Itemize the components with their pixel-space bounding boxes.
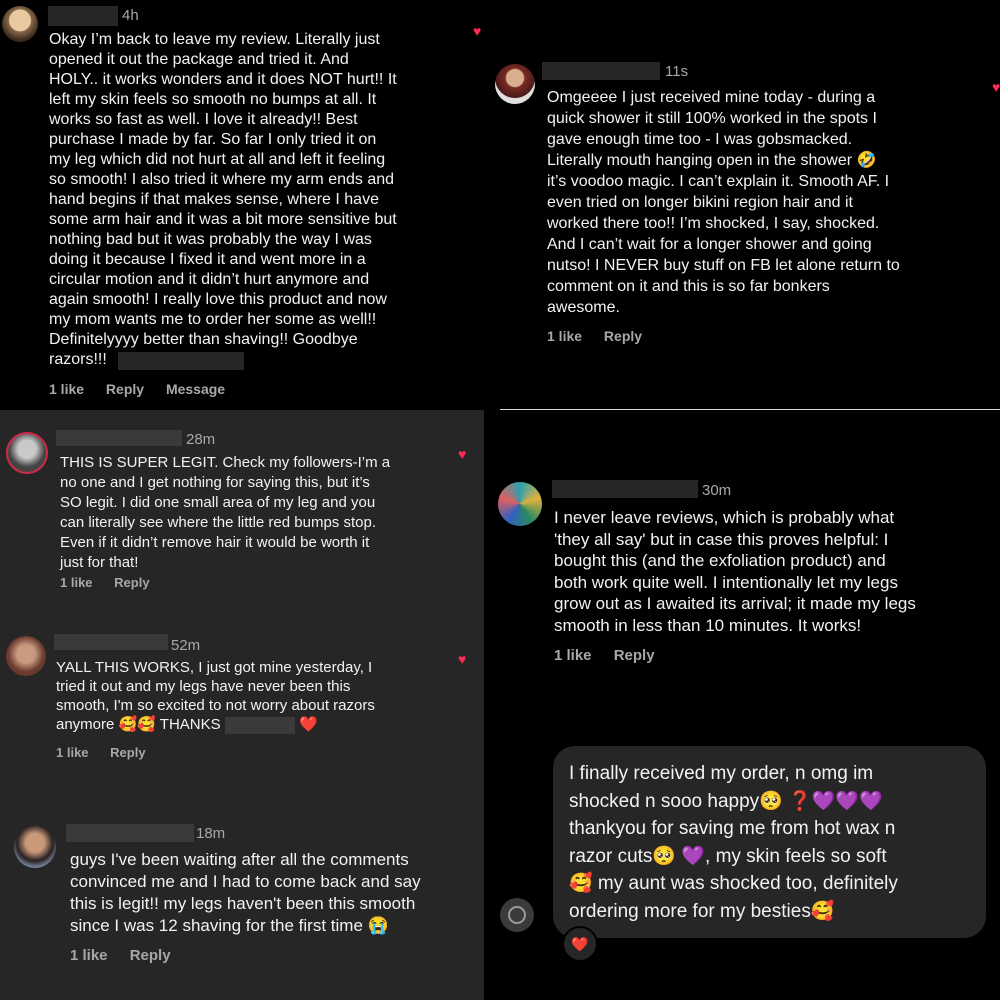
comment-text: Okay I’m back to leave my review. Litera… (49, 31, 397, 368)
reaction-badge[interactable]: ❤️ (562, 926, 598, 962)
redacted-username (56, 430, 182, 446)
reply-button[interactable]: Reply (106, 381, 144, 397)
message-button[interactable]: Message (166, 381, 225, 397)
comment-timestamp: 4h (122, 7, 139, 24)
reply-button[interactable]: Reply (614, 647, 655, 664)
reply-button[interactable]: Reply (114, 575, 149, 590)
like-count[interactable]: 1 like (554, 647, 592, 664)
comment-timestamp: 18m (196, 825, 226, 842)
comment-text: YALL THIS WORKS, I just got mine yesterd… (56, 659, 375, 733)
like-heart-icon[interactable]: ♥ (992, 80, 1000, 94)
comment-actions: 1 like Reply (60, 575, 168, 590)
comment-timestamp: 52m (171, 637, 201, 654)
user-icon (508, 906, 526, 924)
avatar[interactable] (6, 432, 48, 474)
reply-button[interactable]: Reply (130, 947, 171, 964)
avatar[interactable] (6, 636, 46, 676)
comment-text: guys I've been waiting after all the com… (70, 850, 421, 935)
redacted-username (552, 480, 698, 498)
comment-actions: 1 like Reply (56, 745, 164, 760)
redacted-username (118, 352, 244, 370)
avatar[interactable] (500, 898, 534, 932)
avatar[interactable] (498, 482, 542, 526)
comment-panel-3: 28m THIS IS SUPER LEGIT. Check my follow… (0, 410, 484, 1000)
comment-actions: 1 like Reply (554, 647, 673, 664)
reply-button[interactable]: Reply (110, 745, 145, 760)
comment-panel-2: 11s Omgeeee I just received mine today -… (492, 0, 1000, 410)
message-text: I finally received my order, n omg im sh… (569, 763, 898, 922)
redacted-username (48, 6, 118, 26)
like-count[interactable]: 1 like (547, 328, 582, 344)
reply-button[interactable]: Reply (604, 328, 642, 344)
comment-panel-1: 4h Okay I’m back to leave my review. Lit… (0, 0, 492, 410)
comment-text: Omgeeee I just received mine today - dur… (547, 89, 900, 316)
comment-timestamp: 28m (186, 431, 216, 448)
like-heart-icon[interactable]: ♥ (473, 24, 481, 38)
redacted-username (54, 634, 168, 650)
red-heart-emoji: ❤️ (298, 716, 318, 733)
like-count[interactable]: 1 like (56, 745, 89, 760)
comment-actions: 1 like Reply (547, 328, 660, 344)
red-heart-reaction-icon: ❤️ (571, 935, 589, 952)
comment-actions: 1 like Reply (70, 947, 189, 964)
comment-text-container: YALL THIS WORKS, I just got mine yesterd… (56, 658, 456, 734)
like-count[interactable]: 1 like (60, 575, 93, 590)
comment-panel-4: 30m I never leave reviews, which is prob… (484, 410, 1000, 710)
like-heart-icon[interactable]: ♥ (458, 652, 466, 666)
like-count[interactable]: 1 like (70, 947, 108, 964)
avatar[interactable] (2, 6, 38, 42)
comment-actions: 1 like Reply Message (49, 381, 243, 397)
like-count[interactable]: 1 like (49, 381, 84, 397)
comment-text: I never leave reviews, which is probably… (554, 508, 916, 635)
redacted-username (66, 824, 194, 842)
redacted-username (542, 62, 660, 80)
like-heart-icon[interactable]: ♥ (458, 447, 466, 461)
avatar[interactable] (495, 64, 535, 104)
comment-timestamp: 11s (665, 63, 689, 80)
redacted-username (224, 716, 295, 734)
comment-timestamp: 30m (702, 482, 732, 499)
comment-text: THIS IS SUPER LEGIT. Check my followers-… (60, 454, 391, 571)
avatar[interactable] (14, 826, 56, 868)
message-panel: I finally received my order, n omg im sh… (484, 710, 1000, 1000)
